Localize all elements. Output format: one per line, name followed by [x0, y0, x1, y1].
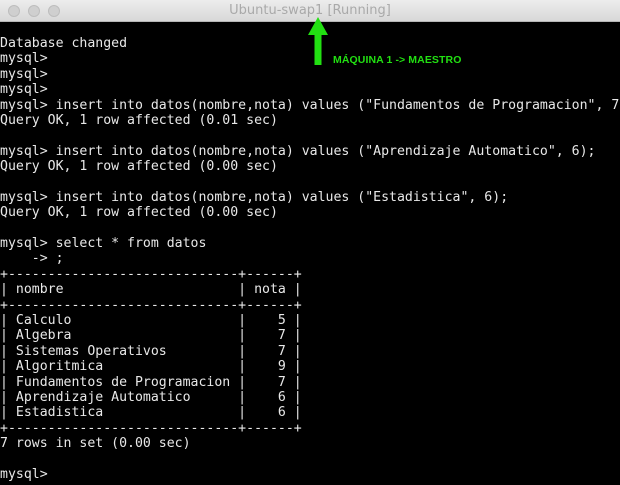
terminal-line: mysql> insert into datos(nombre,nota) va… — [0, 97, 620, 113]
terminal-line: mysql> — [0, 66, 48, 82]
terminal-line: 7 rows in set (0.00 sec) — [0, 436, 191, 452]
terminal-line: Query OK, 1 row affected (0.00 sec) — [0, 159, 278, 175]
terminal-line: +-----------------------------+------+ — [0, 420, 302, 436]
annotation-label: MÁQUINA 1 -> MAESTRO — [333, 54, 462, 66]
terminal-line: Query OK, 1 row affected (0.00 sec) — [0, 205, 278, 221]
terminal-line: | Calculo | 5 | — [0, 313, 302, 329]
terminal-output[interactable]: Database changed mysql> mysql> mysql> mysql>… — [0, 36, 620, 485]
terminal-line: +-----------------------------+------+ — [0, 266, 302, 282]
terminal-line: | Algoritmica | 9 | — [0, 359, 302, 375]
arrow-up-icon — [308, 17, 328, 65]
terminal-line: | Algebra | 7 | — [0, 328, 302, 344]
terminal-line: mysql> select * from datos — [0, 236, 207, 252]
terminal-line: +-----------------------------+------+ — [0, 297, 302, 313]
terminal-line: | Fundamentos de Programacion | 7 | — [0, 374, 302, 390]
terminal-line: | Sistemas Operativos | 7 | — [0, 343, 302, 359]
terminal-line: Query OK, 1 row affected (0.01 sec) — [0, 112, 278, 128]
terminal-line: -> ; — [0, 251, 64, 267]
terminal-line: mysql> — [0, 466, 48, 482]
terminal-line: | Aprendizaje Automatico | 6 | — [0, 389, 302, 405]
terminal-line: mysql> insert into datos(nombre,nota) va… — [0, 189, 509, 205]
terminal-line: | Estadistica | 6 | — [0, 405, 302, 421]
terminal-line: mysql> — [0, 82, 48, 98]
terminal-line: mysql> insert into datos(nombre,nota) va… — [0, 143, 596, 159]
terminal-line: | nombre | nota | — [0, 282, 302, 298]
